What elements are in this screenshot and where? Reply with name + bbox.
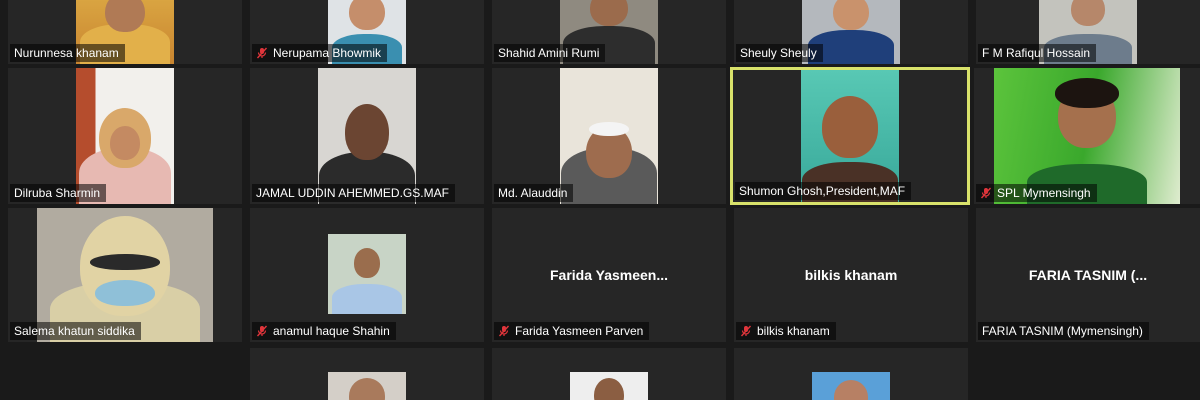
participant-tile[interactable]: Nurunnesa khanam (8, 0, 242, 64)
participant-tile[interactable] (250, 348, 484, 400)
participant-name: bilkis khanam (757, 324, 830, 338)
participant-nameplate: bilkis khanam (736, 322, 836, 340)
participant-tile[interactable]: Farida Yasmeen... Farida Yasmeen Parven (492, 208, 726, 342)
participant-nameplate: Dilruba Sharmin (10, 184, 107, 202)
microphone-muted-icon (740, 325, 752, 337)
participant-tile[interactable]: Salema khatun siddika (8, 208, 242, 342)
participant-nameplate: Farida Yasmeen Parven (494, 322, 650, 340)
participant-name: Nurunnesa khanam (14, 46, 119, 60)
participant-tile[interactable]: F M Rafiqul Hossain (976, 0, 1200, 64)
participant-tile-active-speaker[interactable]: Shumon Ghosh,President,MAF (730, 67, 970, 205)
participant-nameplate: FARIA TASNIM (Mymensingh) (978, 322, 1149, 340)
participant-nameplate: Salema khatun siddika (10, 322, 141, 340)
participant-tile[interactable]: FARIA TASNIM (... FARIA TASNIM (Mymensin… (976, 208, 1200, 342)
participant-name: Shumon Ghosh,President,MAF (739, 184, 906, 198)
microphone-muted-icon (980, 187, 992, 199)
participant-video (560, 68, 658, 204)
microphone-muted-icon (498, 325, 510, 337)
microphone-muted-icon (256, 325, 268, 337)
participant-name: Dilruba Sharmin (14, 186, 101, 200)
participant-nameplate: Sheuly Sheuly (736, 44, 823, 62)
participant-tile[interactable]: bilkis khanam bilkis khanam (734, 208, 968, 342)
participant-tile[interactable] (734, 348, 968, 400)
participant-tile[interactable] (492, 348, 726, 400)
participant-name: SPL Mymensingh (997, 186, 1091, 200)
participant-nameplate: Nurunnesa khanam (10, 44, 125, 62)
participant-tile[interactable]: Nerupama Bhowmik (250, 0, 484, 64)
participant-display-name: Farida Yasmeen... (549, 267, 669, 283)
participant-tile[interactable]: JAMAL UDDIN AHEMMED.GS.MAF (250, 68, 484, 204)
participant-tile[interactable]: Dilruba Sharmin (8, 68, 242, 204)
participant-tile[interactable]: SPL Mymensingh (974, 68, 1200, 204)
participant-name: Salema khatun siddika (14, 324, 135, 338)
participant-nameplate: Shahid Amini Rumi (494, 44, 606, 62)
participant-name: Sheuly Sheuly (740, 46, 817, 60)
participant-nameplate: Nerupama Bhowmik (252, 44, 388, 62)
participant-name: Shahid Amini Rumi (498, 46, 600, 60)
microphone-muted-icon (256, 47, 268, 59)
participant-nameplate: Shumon Ghosh,President,MAF (735, 182, 912, 200)
participant-tile[interactable]: Md. Alauddin (492, 68, 726, 204)
participant-video (812, 372, 890, 400)
participant-video (328, 372, 406, 400)
participant-nameplate: Md. Alauddin (494, 184, 574, 202)
participant-video (570, 372, 648, 400)
participant-name: JAMAL UDDIN AHEMMED.GS.MAF (256, 186, 449, 200)
participant-name: anamul haque Shahin (273, 324, 390, 338)
participant-name: Farida Yasmeen Parven (515, 324, 644, 338)
participant-nameplate: F M Rafiqul Hossain (978, 44, 1097, 62)
participant-video (328, 234, 406, 314)
participant-nameplate: anamul haque Shahin (252, 322, 396, 340)
participant-display-name: bilkis khanam (804, 267, 898, 283)
participant-nameplate: JAMAL UDDIN AHEMMED.GS.MAF (252, 184, 455, 202)
participant-tile[interactable]: anamul haque Shahin (250, 208, 484, 342)
participant-name: FARIA TASNIM (Mymensingh) (982, 324, 1143, 338)
participant-tile[interactable]: Shahid Amini Rumi (492, 0, 726, 64)
participant-nameplate: SPL Mymensingh (976, 184, 1097, 202)
participant-display-name: FARIA TASNIM (... (1028, 267, 1148, 283)
participant-name: F M Rafiqul Hossain (982, 46, 1091, 60)
participant-tile[interactable]: Sheuly Sheuly (734, 0, 968, 64)
participant-name: Nerupama Bhowmik (273, 46, 382, 60)
participant-name: Md. Alauddin (498, 186, 568, 200)
